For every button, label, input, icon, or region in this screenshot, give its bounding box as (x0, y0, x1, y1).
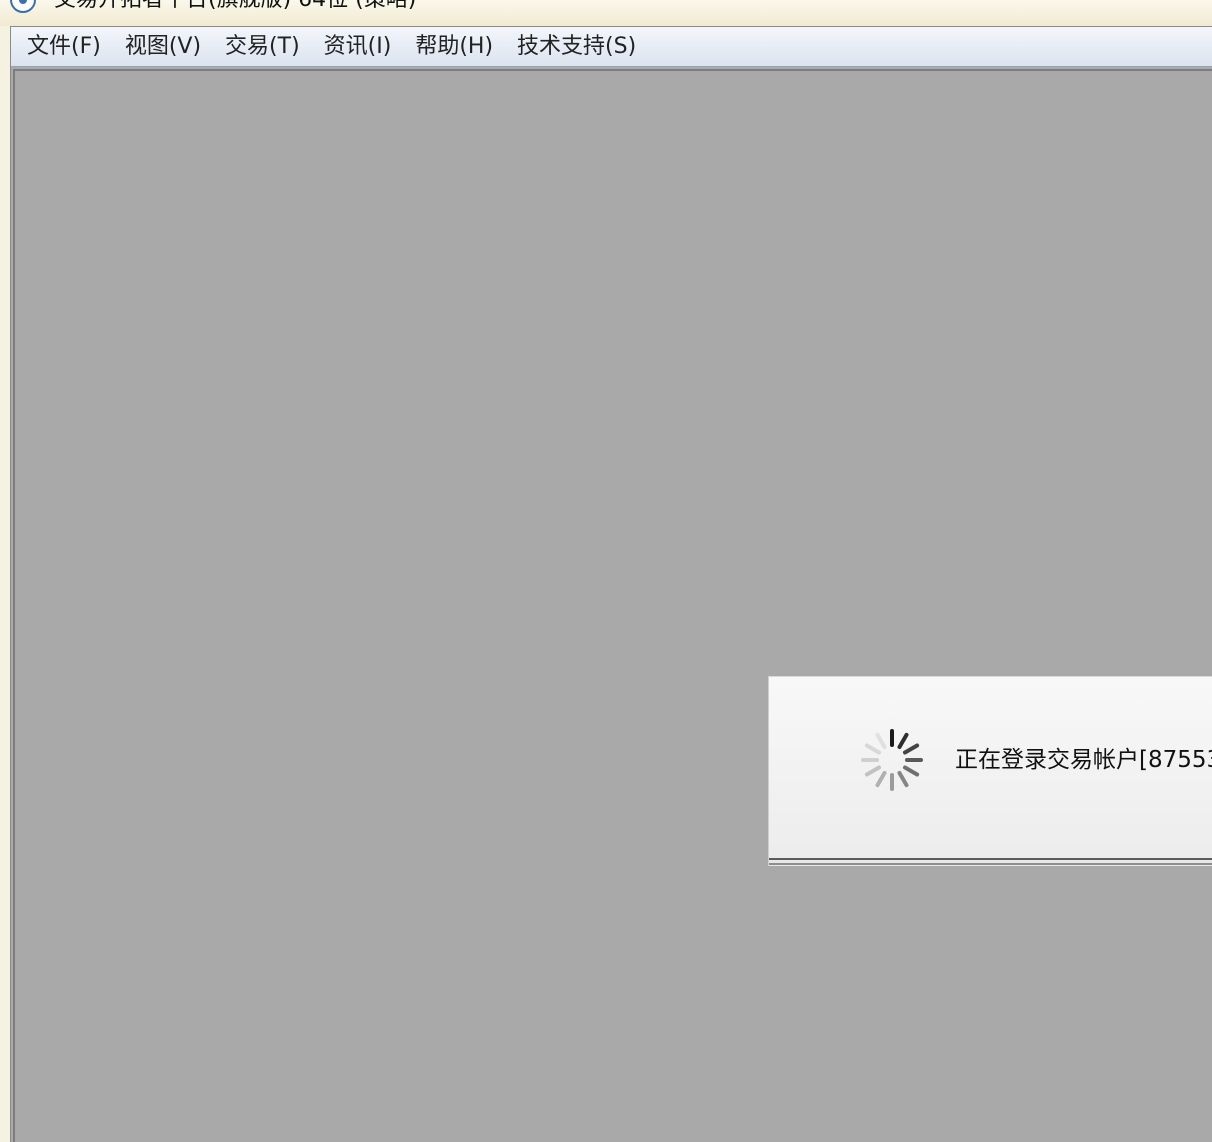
dialog-bottom-edge (769, 858, 1212, 866)
spinner-segment (905, 758, 923, 762)
spinner-segment (890, 729, 894, 747)
window-title: 交易开拓者平台(旗舰版) 64位 (策略) (54, 0, 416, 12)
mdi-workspace (13, 69, 1212, 1142)
menu-help[interactable]: 帮助(H) (405, 30, 507, 64)
login-status-message: 正在登录交易帐户[87553 (955, 747, 1212, 773)
spinner-segment (896, 770, 910, 788)
menu-bar: 文件(F) 视图(V) 交易(T) 资讯(I) 帮助(H) 技术支持(S) (11, 27, 1212, 67)
spinner-segment (874, 732, 888, 750)
app-logo-icon (10, 0, 36, 13)
spinner-segment (902, 764, 920, 778)
menu-news[interactable]: 资讯(I) (314, 30, 406, 64)
spinner-segment (864, 764, 882, 778)
menu-trade[interactable]: 交易(T) (215, 30, 314, 64)
login-progress-dialog: 正在登录交易帐户[87553 (768, 676, 1212, 866)
menu-tech-support[interactable]: 技术支持(S) (507, 30, 650, 64)
menu-view[interactable]: 视图(V) (115, 30, 215, 64)
spinner-segment (902, 742, 920, 756)
spinner-segment (896, 732, 910, 750)
spinner-segment (864, 742, 882, 756)
loading-spinner-icon (859, 727, 925, 793)
spinner-segment (861, 758, 879, 762)
main-window: 文件(F) 视图(V) 交易(T) 资讯(I) 帮助(H) 技术支持(S) (10, 26, 1212, 1142)
menu-file[interactable]: 文件(F) (17, 30, 115, 64)
spinner-segment (874, 770, 888, 788)
spinner-segment (890, 773, 894, 791)
title-bar: 交易开拓者平台(旗舰版) 64位 (策略) (0, 0, 1212, 26)
